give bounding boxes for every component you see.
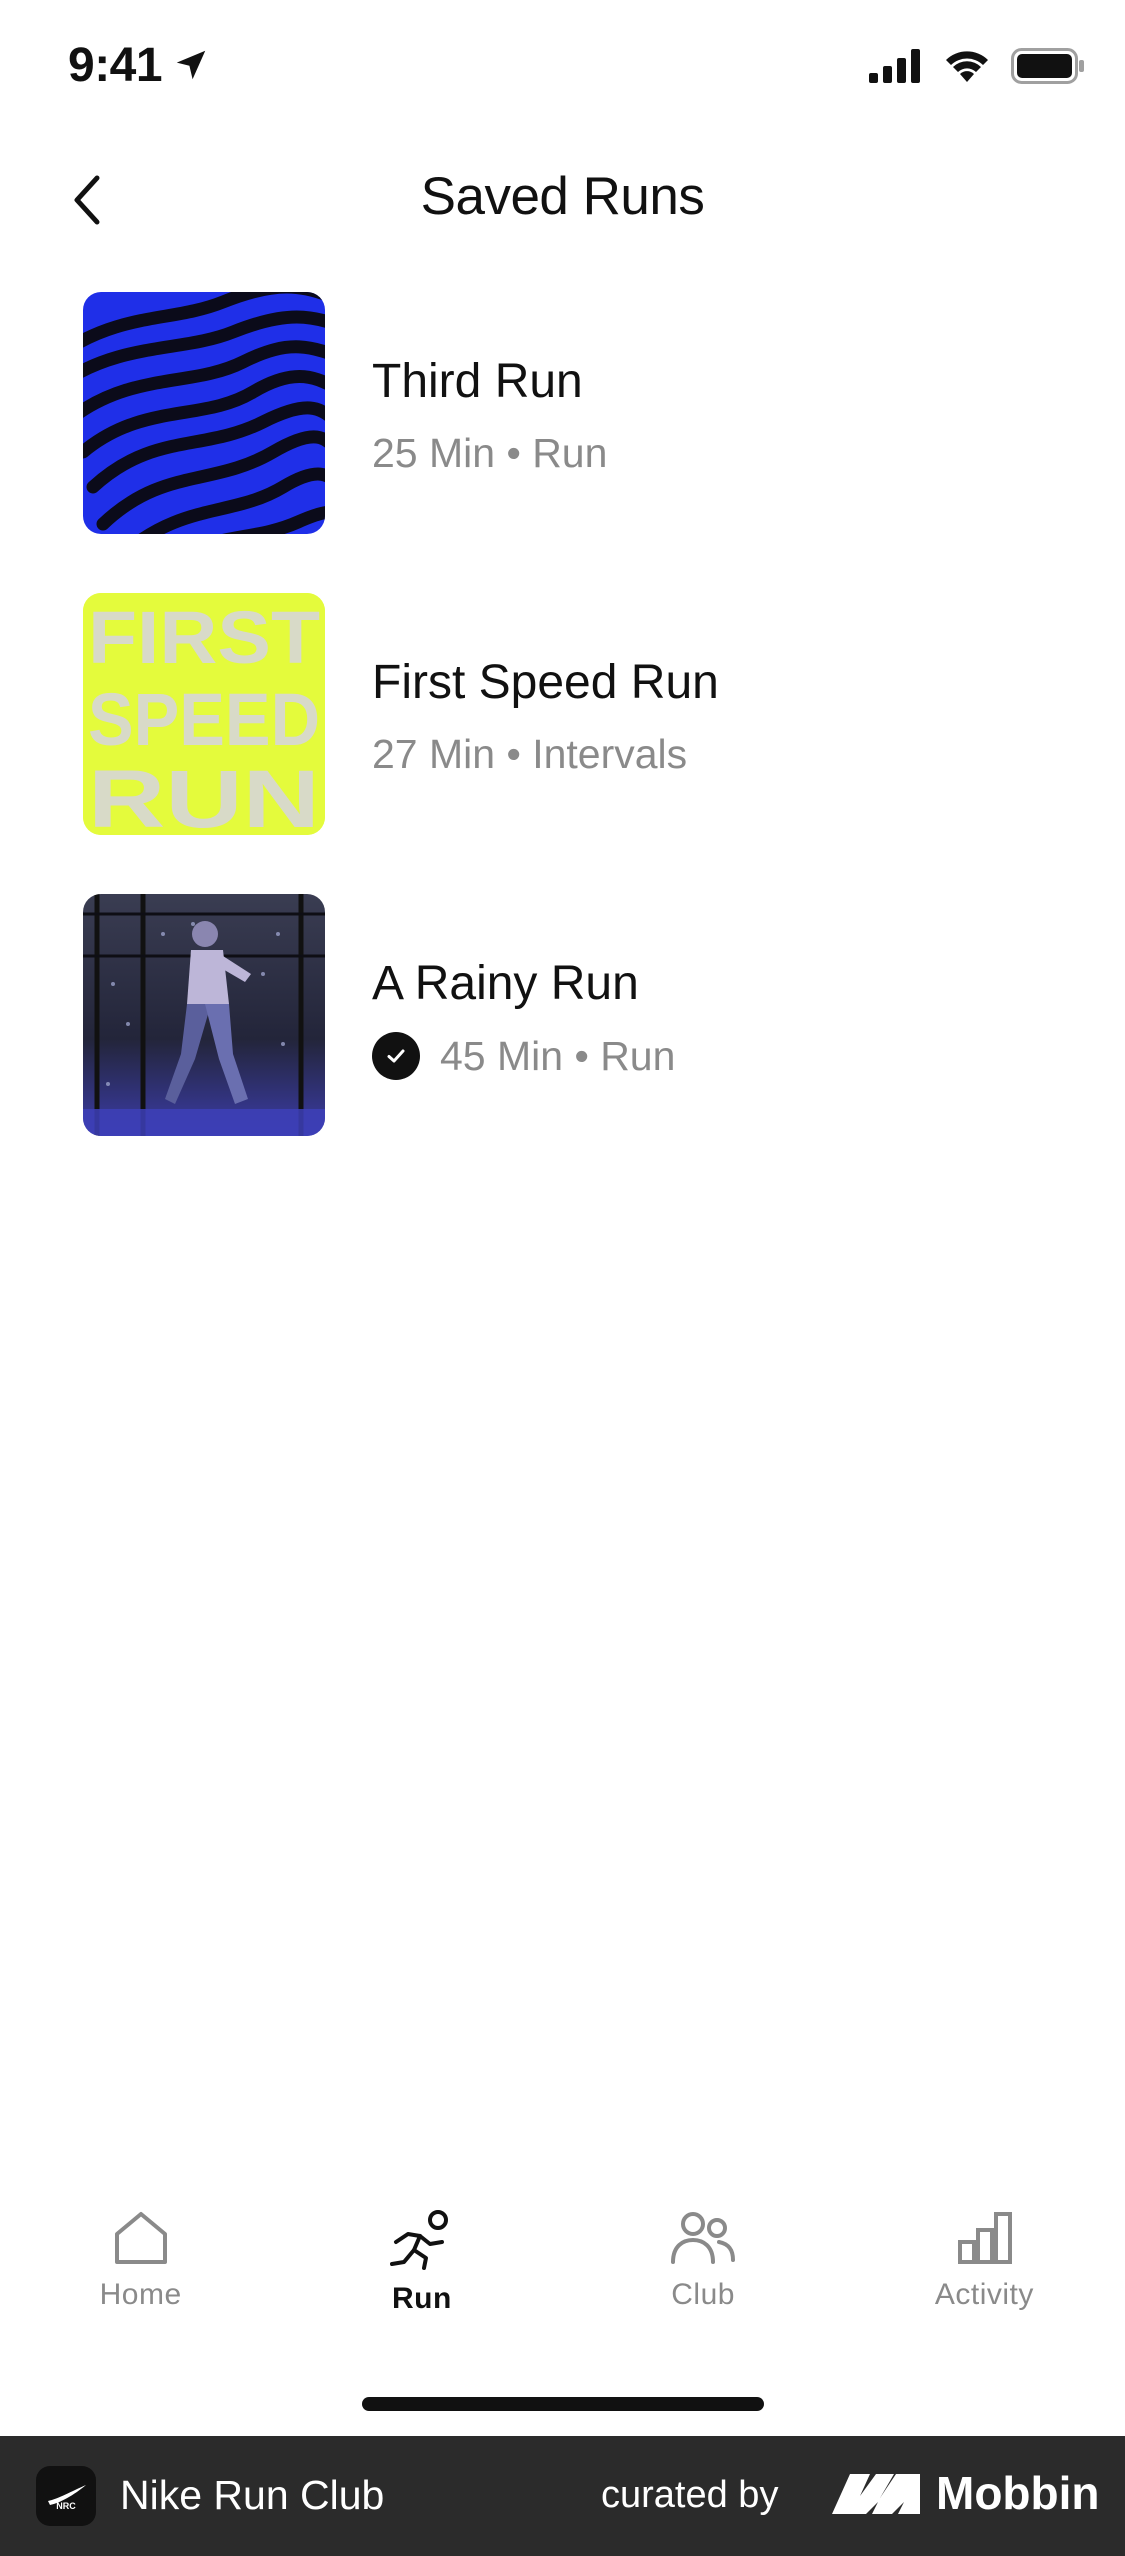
status-time: 9:41 <box>68 39 163 92</box>
bar-chart-icon <box>958 2212 1013 2264</box>
tab-label: Activity <box>934 2278 1034 2311</box>
nrc-app-icon: NRC <box>36 2466 96 2526</box>
run-meta: 27 Min • Intervals <box>372 731 687 778</box>
people-icon <box>671 2212 736 2264</box>
curated-by-label: curated by <box>601 2474 779 2516</box>
completed-check-icon <box>372 1032 420 1080</box>
mobbin-mark-icon <box>832 2474 920 2514</box>
run-meta: 45 Min • Run <box>372 1032 675 1080</box>
tab-home[interactable]: Home <box>0 2200 281 2350</box>
meta-separator: • <box>563 1032 601 1079</box>
run-item-third-run[interactable]: Third Run 25 Min • Run <box>0 292 1125 534</box>
wifi-icon <box>946 51 988 82</box>
svg-text:NRC: NRC <box>56 2501 76 2511</box>
run-thumbnail <box>83 894 325 1136</box>
run-type: Intervals <box>532 731 688 777</box>
cellular-signal-icon <box>869 49 920 83</box>
tab-activity[interactable]: Activity <box>844 2200 1125 2350</box>
run-title: A Rainy Run <box>372 957 639 1010</box>
run-duration: 25 Min <box>372 430 496 476</box>
run-thumbnail: FIRST SPEED RUN <box>83 593 325 835</box>
run-type: Run <box>600 1032 676 1079</box>
location-arrow-icon <box>176 50 206 80</box>
art-text-line-2: SPEED <box>88 678 320 761</box>
run-item-a-rainy-run[interactable]: A Rainy Run 45 Min • Run <box>0 894 1125 1136</box>
footer-banner: NRC Nike Run Club curated by Mobbin <box>0 2436 1125 2556</box>
tab-bar: Home Run Club Activity <box>0 2200 1125 2350</box>
art-text-line-1: FIRST <box>88 596 320 679</box>
blue-stripes-artwork <box>83 292 325 534</box>
mobbin-logo: Mobbin <box>832 2466 1100 2520</box>
tab-label: Home <box>99 2278 182 2311</box>
tab-label: Club <box>671 2278 735 2311</box>
runner-icon <box>389 2210 448 2270</box>
meta-separator: • <box>495 430 533 476</box>
page-title: Saved Runs <box>420 167 705 226</box>
run-duration: 45 Min <box>440 1032 564 1079</box>
nav-bar: Saved Runs <box>0 150 1125 250</box>
status-bar: 9:41 <box>0 0 1125 140</box>
status-icons <box>869 48 1085 84</box>
tab-label: Run <box>391 2282 452 2315</box>
run-title: Third Run <box>372 355 583 408</box>
run-meta: 25 Min • Run <box>372 430 607 477</box>
tab-club[interactable]: Club <box>563 2200 844 2350</box>
run-item-first-speed-run[interactable]: FIRST SPEED RUN First Speed Run 27 Min •… <box>0 593 1125 835</box>
run-duration: 27 Min <box>372 731 496 777</box>
home-indicator[interactable] <box>362 2397 764 2411</box>
run-thumbnail <box>83 292 325 534</box>
rainy-runner-photo <box>83 894 325 1136</box>
mobbin-wordmark: Mobbin <box>936 2467 1100 2519</box>
first-speed-run-artwork: FIRST SPEED RUN <box>83 593 325 835</box>
tab-run[interactable]: Run <box>281 2200 562 2350</box>
home-icon <box>114 2212 167 2264</box>
art-text-line-3: RUN <box>88 754 320 835</box>
battery-icon <box>1011 48 1084 84</box>
meta-separator: • <box>495 731 533 777</box>
run-type: Run <box>532 430 608 476</box>
run-title: First Speed Run <box>372 656 719 709</box>
app-name: Nike Run Club <box>120 2472 385 2518</box>
